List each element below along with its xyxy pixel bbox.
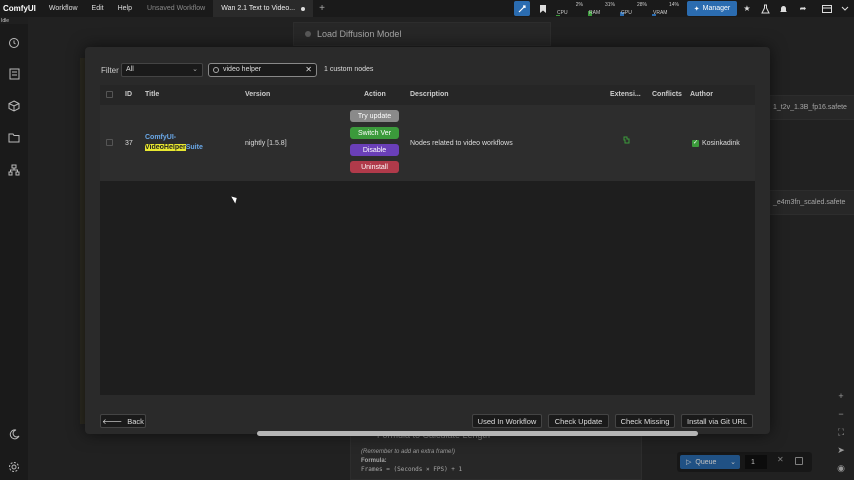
menu-help[interactable]: Help xyxy=(111,5,139,12)
cell-title-link[interactable]: ComfyUI- VideoHelperSuite xyxy=(145,133,220,153)
horizontal-scrollbar[interactable] xyxy=(257,431,698,436)
manager-button[interactable]: ✦ Manager xyxy=(687,1,737,16)
cell-version: nightly [1.5.8] xyxy=(245,140,287,147)
vram-meter: 14% VRAM xyxy=(652,1,680,16)
result-count: 1 custom nodes xyxy=(324,66,374,73)
search-value: video helper xyxy=(223,66,262,73)
check-update-button[interactable]: Check Update xyxy=(548,414,609,428)
col-author[interactable]: Author xyxy=(690,91,713,98)
ram-pct: 31% xyxy=(604,2,615,8)
gpu-label: GPU xyxy=(621,10,632,16)
model-cube-icon[interactable] xyxy=(7,99,21,113)
cell-author: ✓ Kosinkadink xyxy=(692,140,740,147)
uninstall-button[interactable]: Uninstall xyxy=(350,161,399,173)
cpu-pct: 2% xyxy=(575,2,583,8)
bell-icon[interactable] xyxy=(775,1,791,16)
queue-list-icon[interactable] xyxy=(7,67,21,81)
title-suffix: Suite xyxy=(185,144,203,151)
ram-label: RAM xyxy=(589,10,601,16)
table-row[interactable]: 37 ComfyUI- VideoHelperSuite nightly [1.5… xyxy=(100,105,755,181)
app-logo: ComfyUI xyxy=(3,4,36,13)
chevron-down-icon: ⌄ xyxy=(192,66,198,73)
tab-wan-text-to-video[interactable]: Wan 2.1 Text to Video... xyxy=(213,0,314,17)
author-name: Kosinkadink xyxy=(702,140,740,147)
custom-nodes-manager-dialog: Filter All ⌄ video helper ✕ 1 custom nod… xyxy=(85,47,770,436)
new-tab-plus-icon[interactable]: + xyxy=(313,3,331,14)
title-prefix: ComfyUI- xyxy=(145,134,177,141)
col-title[interactable]: Title xyxy=(145,91,159,98)
flask-icon[interactable] xyxy=(757,1,773,16)
tab-unsaved-workflow[interactable]: Unsaved Workflow xyxy=(139,0,213,17)
cell-id: 37 xyxy=(125,140,133,147)
filter-label: Filter xyxy=(101,66,119,75)
left-sidebar xyxy=(0,24,28,480)
menu-workflow[interactable]: Workflow xyxy=(42,5,85,12)
check-missing-button[interactable]: Check Missing xyxy=(615,414,675,428)
try-update-button[interactable]: Try update xyxy=(350,110,399,122)
vram-label: VRAM xyxy=(653,10,668,16)
switch-version-button[interactable]: Switch Ver xyxy=(350,127,399,139)
select-all-checkbox[interactable] xyxy=(106,91,113,98)
col-conflicts[interactable]: Conflicts xyxy=(652,91,682,98)
row-checkbox[interactable] xyxy=(106,139,113,146)
filter-value: All xyxy=(126,66,134,73)
gpu-pct: 28% xyxy=(636,2,647,8)
ram-meter: 31% RAM xyxy=(588,1,616,16)
history-icon[interactable] xyxy=(7,36,21,50)
col-version[interactable]: Version xyxy=(245,91,270,98)
install-via-git-url-button[interactable]: Install via Git URL xyxy=(681,414,753,428)
puzzle-icon: ✦ xyxy=(693,5,700,13)
col-action[interactable]: Action xyxy=(364,91,386,98)
settings-gear-icon[interactable] xyxy=(7,460,21,474)
col-description[interactable]: Description xyxy=(410,91,449,98)
search-icon xyxy=(213,67,219,73)
workflow-tree-icon[interactable] xyxy=(7,163,21,177)
clear-search-icon[interactable]: ✕ xyxy=(305,64,312,76)
vram-pct: 14% xyxy=(668,2,679,8)
panel-toggle-icon[interactable] xyxy=(819,1,835,16)
search-input[interactable]: video helper ✕ xyxy=(208,63,317,77)
verified-check-icon: ✓ xyxy=(692,140,699,147)
menu-edit[interactable]: Edit xyxy=(85,5,111,12)
table-header: ID Title Version Action Description Exte… xyxy=(100,85,755,105)
cpu-label: CPU xyxy=(557,10,568,16)
disable-button[interactable]: Disable xyxy=(350,144,399,156)
tab-label: Wan 2.1 Text to Video... xyxy=(221,5,296,12)
arrow-left-icon: 🡐 xyxy=(102,416,123,426)
star-icon[interactable]: ★ xyxy=(739,1,755,16)
gpu-meter: 28% GPU xyxy=(620,1,648,16)
extensions-icon[interactable] xyxy=(622,135,632,147)
back-button[interactable]: 🡐 Back xyxy=(100,414,146,428)
col-id[interactable]: ID xyxy=(125,91,132,98)
bookmark-icon[interactable] xyxy=(535,1,551,16)
back-label: Back xyxy=(127,416,144,426)
used-in-workflow-button[interactable]: Used In Workflow xyxy=(472,414,542,428)
custom-nodes-table: ID Title Version Action Description Exte… xyxy=(100,85,755,436)
cell-description: Nodes related to video workflows xyxy=(410,140,513,147)
cpu-meter: 2% CPU xyxy=(556,1,584,16)
share-arrow-icon[interactable]: ➦ xyxy=(795,1,811,16)
folder-icon[interactable] xyxy=(7,131,21,145)
filter-select[interactable]: All ⌄ xyxy=(121,63,203,77)
title-highlight: VideoHelper xyxy=(145,144,186,151)
collapse-icon[interactable] xyxy=(837,1,853,16)
manager-label: Manager xyxy=(702,5,731,12)
col-extensions[interactable]: Extensi... xyxy=(610,91,641,98)
tab-label: Unsaved Workflow xyxy=(147,5,206,12)
unsaved-dot-icon xyxy=(301,6,306,11)
theme-moon-icon[interactable] xyxy=(7,427,21,441)
brush-icon[interactable] xyxy=(514,1,530,16)
